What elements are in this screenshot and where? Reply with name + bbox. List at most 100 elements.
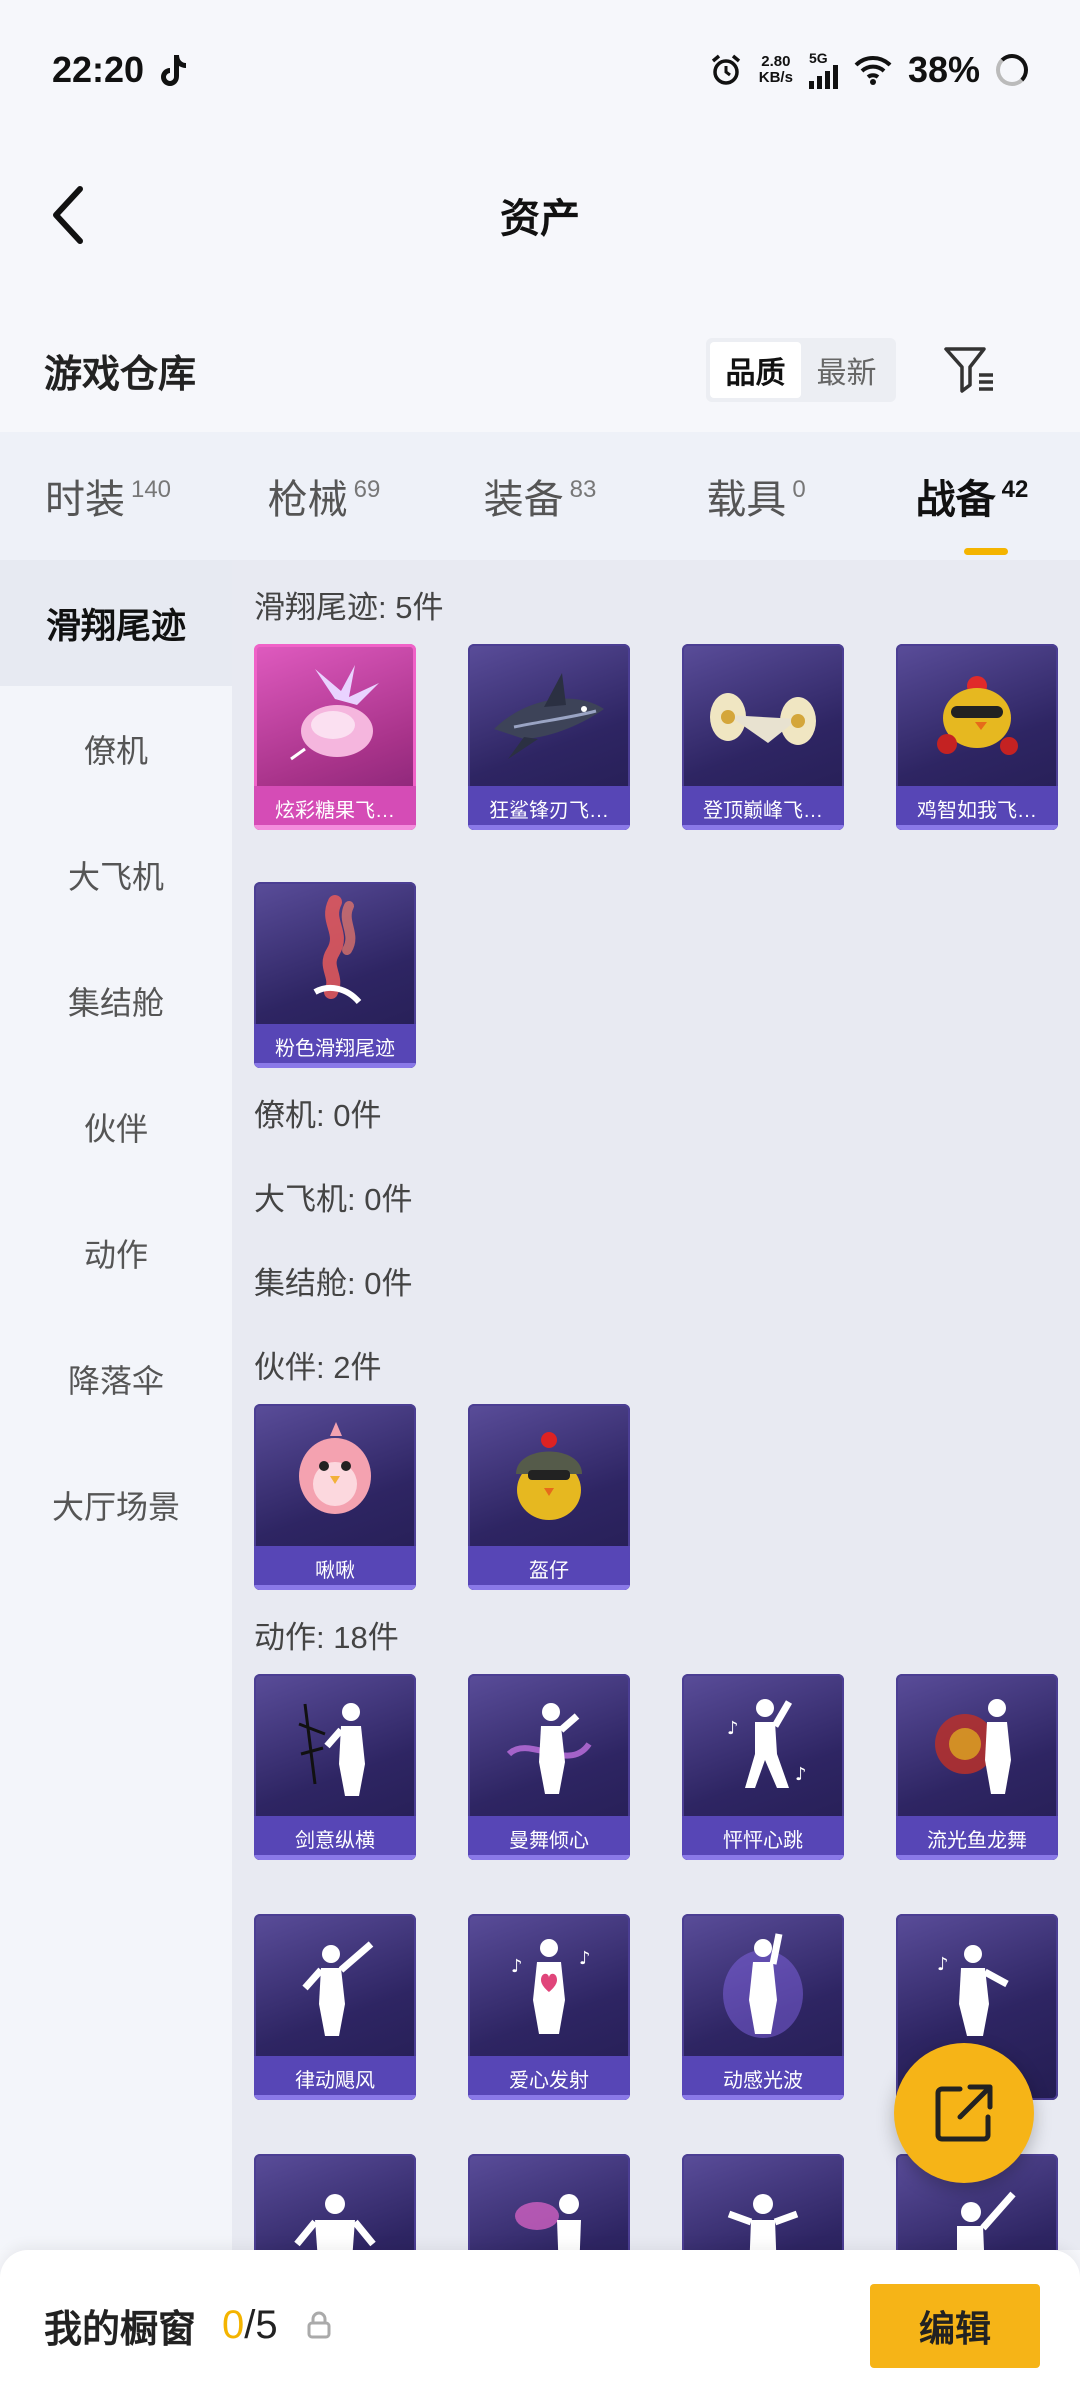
item-card[interactable]: 流光鱼龙舞 [896,1674,1058,1860]
item-card[interactable] [682,2154,844,2250]
dance-emote-icon: ♪ [896,1914,1058,2054]
edit-button[interactable]: 编辑 [870,2284,1040,2368]
item-label: 爱心发射 [468,2056,630,2100]
sort-toggle: 品质 最新 [706,338,896,402]
showcase-bar: 我的橱窗 0/5 编辑 [0,2250,1080,2400]
tab-vehicles[interactable]: 载具 0 [648,467,864,525]
chevron-left-icon [53,186,83,244]
sidebar: 滑翔尾迹 僚机 大飞机 集结舱 伙伴 动作 降落伞 大厅场景 [0,560,232,2250]
share-external-icon [935,2084,993,2142]
item-label: 曼舞倾心 [468,1816,630,1860]
item-label: 盔仔 [468,1546,630,1590]
item-card[interactable]: 盔仔 [468,1404,630,1590]
item-label: 剑意纵横 [254,1816,416,1860]
item-label: 流光鱼龙舞 [896,1816,1058,1860]
item-card[interactable]: ♪ ♪ 怦怦心跳 [682,1674,844,1860]
item-card[interactable]: 鸡智如我飞… [896,644,1058,830]
cell-signal: 5G [808,51,838,89]
section-title-capsule: 集结舱: 0件 [254,1266,413,1301]
dance-emote-icon [682,2154,844,2250]
content-panel: 滑翔尾迹: 5件 炫彩糖果飞… 狂鲨锋刃飞… 登顶巅峰飞… 鸡智如我飞… 粉色滑… [232,560,1080,2250]
item-card[interactable]: ♪ ♪ 爱心发射 [468,1914,630,2100]
sidebar-item-parachute[interactable]: 降落伞 [0,1316,232,1442]
tab-equipment[interactable]: 装备 83 [432,467,648,525]
sidebar-item-big-plane[interactable]: 大飞机 [0,812,232,938]
item-label: 怦怦心跳 [682,1816,844,1860]
pink-chick-icon [254,1404,416,1544]
sidebar-item-wingman[interactable]: 僚机 [0,686,232,812]
lock-icon [307,2311,331,2339]
graceful-dance-icon [468,1674,630,1814]
item-label: 粉色滑翔尾迹 [254,1024,416,1068]
battery-ring-icon [996,54,1028,86]
sort-quality-option[interactable]: 品质 [710,342,801,398]
pink-trail-icon [254,882,416,1022]
sort-newest-option[interactable]: 最新 [801,342,892,398]
item-card[interactable]: 动感光波 [682,1914,844,2100]
wifi-icon [854,55,892,85]
item-label: 登顶巅峰飞… [682,786,844,830]
item-card[interactable]: 曼舞倾心 [468,1674,630,1860]
section-title-trail: 滑翔尾迹: 5件 [254,590,444,625]
sidebar-item-glide-trail[interactable]: 滑翔尾迹 [0,560,232,686]
tab-fashion[interactable]: 时装 140 [0,467,216,525]
light-wave-icon [682,1914,844,2054]
svg-text:♪: ♪ [937,1954,949,1975]
item-label: 狂鲨锋刃飞… [468,786,630,830]
alarm-icon [711,54,740,85]
clock: 22:20 [52,49,145,90]
status-right: 2.80 KB/s 5G 38% [709,49,1028,91]
signal-bars-icon [808,65,838,89]
heart-launch-icon: ♪ ♪ [468,1914,630,2054]
shark-trail-icon [468,644,630,784]
item-card[interactable]: 剑意纵横 [254,1674,416,1860]
section-title-partner: 伙伴: 2件 [254,1350,382,1385]
item-card[interactable]: 啾啾 [254,1404,416,1590]
category-tabs: 时装 140 枪械 69 装备 83 载具 0 战备 42 [0,432,1080,560]
sidebar-item-capsule[interactable]: 集结舱 [0,938,232,1064]
status-bar: 22:20 2.80 KB/s 5G 38% [0,0,1080,140]
battery-percent: 38% [907,49,980,90]
warehouse-title: 游戏仓库 [44,353,197,396]
item-label: 炫彩糖果飞… [254,786,416,830]
item-card[interactable] [254,2154,416,2250]
filter-button[interactable] [938,338,1002,402]
dance-emote-icon [468,2154,630,2250]
header: 资产 [0,140,1080,290]
helmet-chick-icon [468,1404,630,1544]
item-card[interactable]: 粉色滑翔尾迹 [254,882,416,1068]
net-speed: 2.80 KB/s [758,53,793,86]
sword-dance-icon [254,1674,416,1814]
svg-text:♪: ♪ [579,1948,591,1969]
sidebar-item-lobby-scene[interactable]: 大厅场景 [0,1442,232,1568]
svg-text:♪: ♪ [727,1718,739,1739]
active-tab-indicator [964,548,1008,555]
rhythm-storm-icon [254,1914,416,2054]
item-label: 鸡智如我飞… [896,786,1058,830]
sidebar-item-partner[interactable]: 伙伴 [0,1064,232,1190]
filter-icon [944,347,993,393]
section-title-wingman: 僚机: 0件 [254,1098,382,1133]
dragon-dance-icon [896,1674,1058,1814]
showcase-count: 0/5 [222,2302,278,2347]
heartbeat-dance-icon: ♪ ♪ [682,1674,844,1814]
tab-guns[interactable]: 枪械 69 [216,467,432,525]
section-title-bigplane: 大飞机: 0件 [254,1182,413,1217]
item-label: 律动飓风 [254,2056,416,2100]
section-title-emote: 动作: 18件 [254,1620,399,1655]
svg-text:♪: ♪ [795,1764,807,1785]
dance-emote-icon [254,2154,416,2250]
item-card[interactable]: 登顶巅峰飞… [682,644,844,830]
share-button[interactable] [894,2043,1034,2183]
chicken-trail-icon [896,644,1058,784]
warehouse-bar: 游戏仓库 品质 最新 [0,310,1080,430]
tab-combat-gear[interactable]: 战备 42 [864,467,1080,555]
back-button[interactable] [38,180,98,250]
sidebar-item-emote[interactable]: 动作 [0,1190,232,1316]
item-card[interactable]: 律动飓风 [254,1914,416,2100]
page-title: 资产 [500,197,580,241]
item-card[interactable]: 狂鲨锋刃飞… [468,644,630,830]
item-label: 啾啾 [254,1546,416,1590]
item-card[interactable]: 炫彩糖果飞… [254,644,416,830]
item-card[interactable] [468,2154,630,2250]
